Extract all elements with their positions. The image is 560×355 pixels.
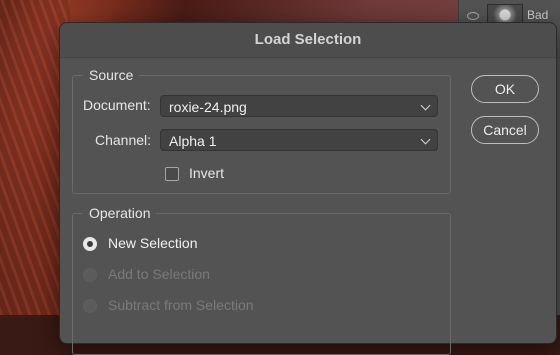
subtract-from-selection-label[interactable]: Subtract from Selection bbox=[108, 297, 254, 313]
new-selection-radio[interactable] bbox=[83, 237, 97, 251]
add-to-selection-radio[interactable] bbox=[83, 268, 97, 282]
cancel-button[interactable]: Cancel bbox=[471, 116, 539, 144]
operation-group: Operation New Selection Add to Selection… bbox=[72, 205, 451, 355]
chevron-down-icon bbox=[420, 134, 431, 145]
invert-label[interactable]: Invert bbox=[189, 165, 224, 181]
invert-checkbox[interactable] bbox=[165, 167, 179, 181]
new-selection-label[interactable]: New Selection bbox=[108, 235, 198, 251]
channel-select[interactable]: Alpha 1 bbox=[160, 129, 438, 151]
channel-label: Channel: bbox=[95, 132, 152, 148]
document-select[interactable]: roxie-24.png bbox=[160, 95, 438, 117]
operation-legend: Operation bbox=[83, 205, 157, 221]
eye-icon[interactable] bbox=[467, 12, 479, 20]
ok-button[interactable]: OK bbox=[471, 75, 539, 103]
document-value: roxie-24.png bbox=[169, 99, 247, 115]
layer-name[interactable]: Bad bbox=[527, 8, 548, 22]
dialog-titlebar[interactable]: Load Selection bbox=[60, 23, 556, 58]
dialog-title: Load Selection bbox=[254, 31, 362, 48]
load-selection-dialog: Load Selection Source Document: roxie-24… bbox=[59, 22, 557, 355]
source-group: Source Document: roxie-24.png Channel: A… bbox=[72, 67, 451, 194]
source-legend: Source bbox=[83, 67, 140, 83]
document-label: Document: bbox=[83, 97, 151, 113]
subtract-from-selection-radio[interactable] bbox=[83, 299, 97, 313]
chevron-down-icon bbox=[420, 100, 431, 111]
add-to-selection-label[interactable]: Add to Selection bbox=[108, 266, 210, 282]
channel-value: Alpha 1 bbox=[169, 133, 217, 149]
